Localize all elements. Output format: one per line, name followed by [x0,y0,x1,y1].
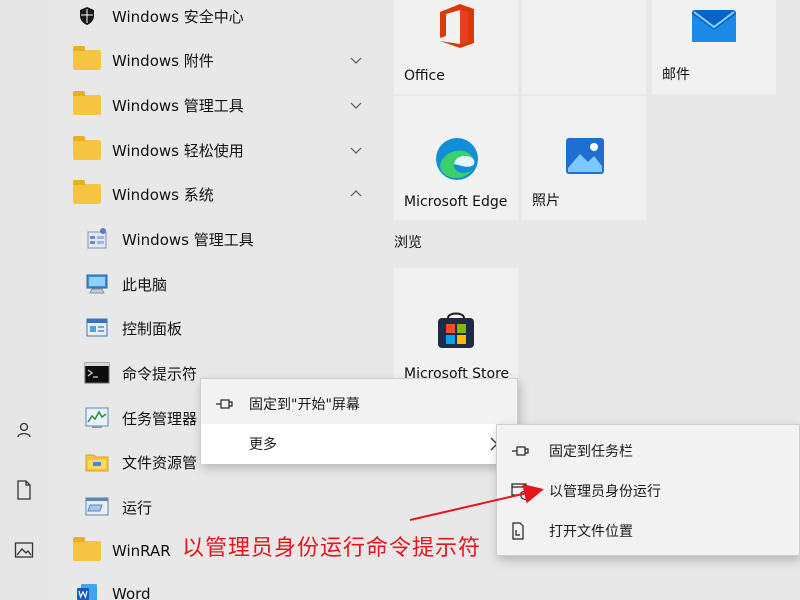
list-item-label: 命令提示符 [122,364,198,383]
list-item-label: Windows 系统 [112,185,214,204]
folder-icon [72,136,102,163]
list-item-label: 控制面板 [122,319,183,338]
chevron-down-icon [350,147,362,154]
tile-store[interactable]: Microsoft Store [394,268,518,392]
menu-item-pin-to-start[interactable]: 固定到"开始"屏幕 [201,384,517,424]
list-item-label: Windows 附件 [112,51,214,70]
folder-icon [72,537,102,564]
chevron-up-icon [350,190,362,197]
tile-label: Microsoft Edge [404,194,508,210]
tile-mail[interactable]: 邮件 [652,0,776,94]
tile-label: 邮件 [662,67,690,83]
folder-icon [72,46,102,73]
menu-item-pin-to-taskbar[interactable]: 固定到任务栏 [497,431,799,471]
menu-item-label: 固定到"开始"屏幕 [249,397,360,413]
run-as-admin-icon [511,482,549,500]
tile-photos[interactable]: 照片 [522,96,646,220]
list-item-windows-admin-tools[interactable]: Windows 管理工具 [48,83,378,127]
store-icon [438,312,474,348]
file-explorer-icon [82,449,112,475]
document-icon[interactable] [12,478,36,502]
menu-item-label: 以管理员身份运行 [549,484,661,500]
photos-icon [566,138,604,174]
list-item-run[interactable]: 运行 [48,485,378,529]
submenu-more: 固定到任务栏 以管理员身份运行 打开文件位置 [496,424,800,556]
folder-icon [72,180,102,207]
run-icon [82,494,112,520]
chevron-down-icon [350,57,362,64]
user-icon[interactable] [12,418,36,442]
context-menu: 固定到"开始"屏幕 更多 [200,378,518,464]
menu-item-label: 更多 [249,437,277,453]
menu-item-open-file-location[interactable]: 打开文件位置 [497,511,799,551]
pin-icon [511,445,549,457]
menu-item-label: 固定到任务栏 [549,444,633,460]
pictures-icon[interactable] [12,538,36,562]
tile-label: Office [404,68,445,84]
task-manager-icon [82,405,112,431]
menu-item-label: 打开文件位置 [549,524,633,540]
list-item-admin-tools[interactable]: Windows 管理工具 [48,217,378,261]
list-item-label: 文件资源管 [122,453,198,472]
list-item-label: 运行 [122,498,153,517]
list-item-label: 此电脑 [122,275,168,294]
word-icon [72,581,102,600]
list-item-label: 任务管理器 [122,409,198,428]
list-item-this-pc[interactable]: 此电脑 [48,262,378,306]
list-item-label: Windows 安全中心 [112,7,244,26]
tile-label: 照片 [532,193,560,209]
office-icon [440,4,474,48]
cmd-icon [82,360,112,386]
tile-edge[interactable]: Microsoft Edge [394,96,518,220]
start-rail [0,0,48,600]
menu-item-run-as-admin[interactable]: 以管理员身份运行 [497,471,799,511]
control-panel-icon [82,315,112,341]
folder-icon [72,91,102,118]
tile-empty[interactable] [522,0,646,94]
admin-tools-icon [82,226,112,252]
list-item-label: Windows 管理工具 [112,96,244,115]
group-label-browse: 浏览 [394,235,422,251]
list-item-label: Word [112,585,151,600]
annotation-text: 以管理员身份运行命令提示符 [182,536,482,561]
list-item-word[interactable]: Word [48,572,378,600]
list-item-windows-accessories[interactable]: Windows 附件 [48,38,378,82]
mail-icon [692,10,736,42]
tile-office[interactable]: Office [394,0,518,94]
list-item-windows-system[interactable]: Windows 系统 [48,172,378,216]
list-item-label: Windows 管理工具 [122,230,254,249]
list-item-windows-ease-of-access[interactable]: Windows 轻松使用 [48,128,378,172]
file-location-icon [511,522,549,540]
list-item-label: Windows 轻松使用 [112,141,244,160]
menu-item-more[interactable]: 更多 [201,424,517,464]
pin-icon [215,398,249,410]
edge-icon [436,138,478,180]
this-pc-icon [82,271,112,297]
shield-icon [72,3,102,29]
list-item-control-panel[interactable]: 控制面板 [48,306,378,350]
chevron-down-icon [350,102,362,109]
list-item-label: WinRAR [112,542,171,560]
list-item-windows-security[interactable]: Windows 安全中心 [48,0,378,38]
app-list: Windows 安全中心 Windows 附件 Windows 管理工具 Win… [48,0,378,600]
